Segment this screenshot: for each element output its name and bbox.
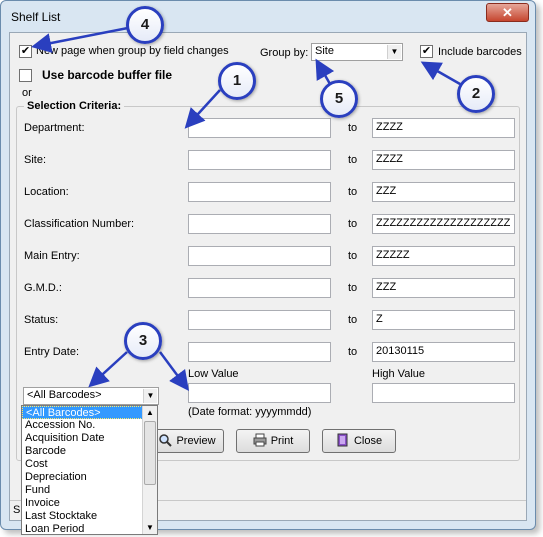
callout-4: 4	[126, 6, 164, 44]
arrow-3b	[158, 351, 189, 392]
arrow-3a	[88, 351, 128, 388]
callout-3: 3	[124, 322, 162, 360]
callout-2: 2	[457, 75, 495, 113]
arrow-1	[184, 89, 221, 129]
arrow-4	[31, 26, 129, 53]
arrow-2	[420, 61, 461, 86]
callout-5: 5	[320, 80, 358, 118]
callout-1: 1	[218, 62, 256, 100]
arrow-5	[315, 58, 335, 85]
